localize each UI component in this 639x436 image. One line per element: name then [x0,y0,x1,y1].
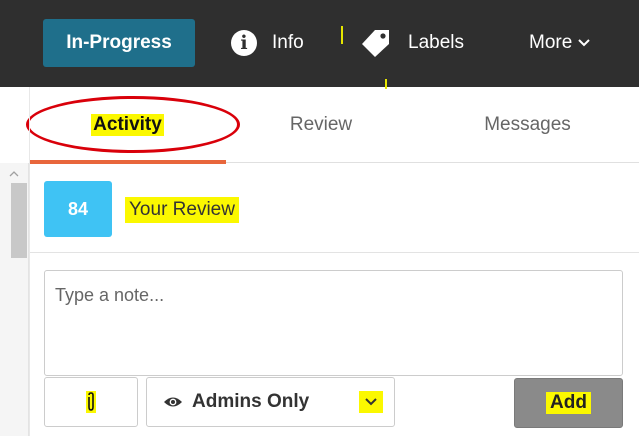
add-button-label: Add [546,392,591,414]
chevron-down-icon[interactable] [359,391,383,413]
score-badge: 84 [44,181,112,237]
info-icon: i [231,30,257,56]
scrollbar-thumb[interactable] [11,183,27,258]
nav-more-menu[interactable]: More [529,23,591,63]
review-item[interactable]: 84 Your Review [30,163,639,253]
scroll-up-arrow-icon[interactable] [9,166,19,180]
nav-more-label: More [529,32,573,53]
paperclip-icon [86,391,96,413]
top-navigation-bar: In-Progress i Info Labels More [0,0,639,89]
nav-labels-label: Labels [408,32,464,53]
divider [29,87,30,436]
tab-messages[interactable]: Messages [416,87,639,163]
annotation-circle [26,96,240,153]
add-button[interactable]: Add [514,378,623,428]
status-button-label: In-Progress [66,32,172,53]
score-value: 84 [67,198,89,219]
tab-messages-label: Messages [484,114,571,135]
visibility-value: Admins Only [192,391,310,412]
nav-labels[interactable]: Labels [361,23,464,63]
eye-icon [163,395,183,409]
chevron-down-icon [578,39,591,47]
attach-button[interactable] [44,377,138,427]
tab-review[interactable]: Review [226,87,416,163]
nav-info[interactable]: i Info [231,23,304,63]
visibility-select[interactable]: Admins Only [146,377,395,427]
tab-review-label: Review [289,114,353,135]
status-button[interactable]: In-Progress [43,19,195,67]
review-title[interactable]: Your Review [125,197,239,223]
highlight-mark [341,26,343,44]
nav-info-label: Info [272,32,304,53]
note-input[interactable] [44,270,623,376]
tag-icon [361,28,391,58]
